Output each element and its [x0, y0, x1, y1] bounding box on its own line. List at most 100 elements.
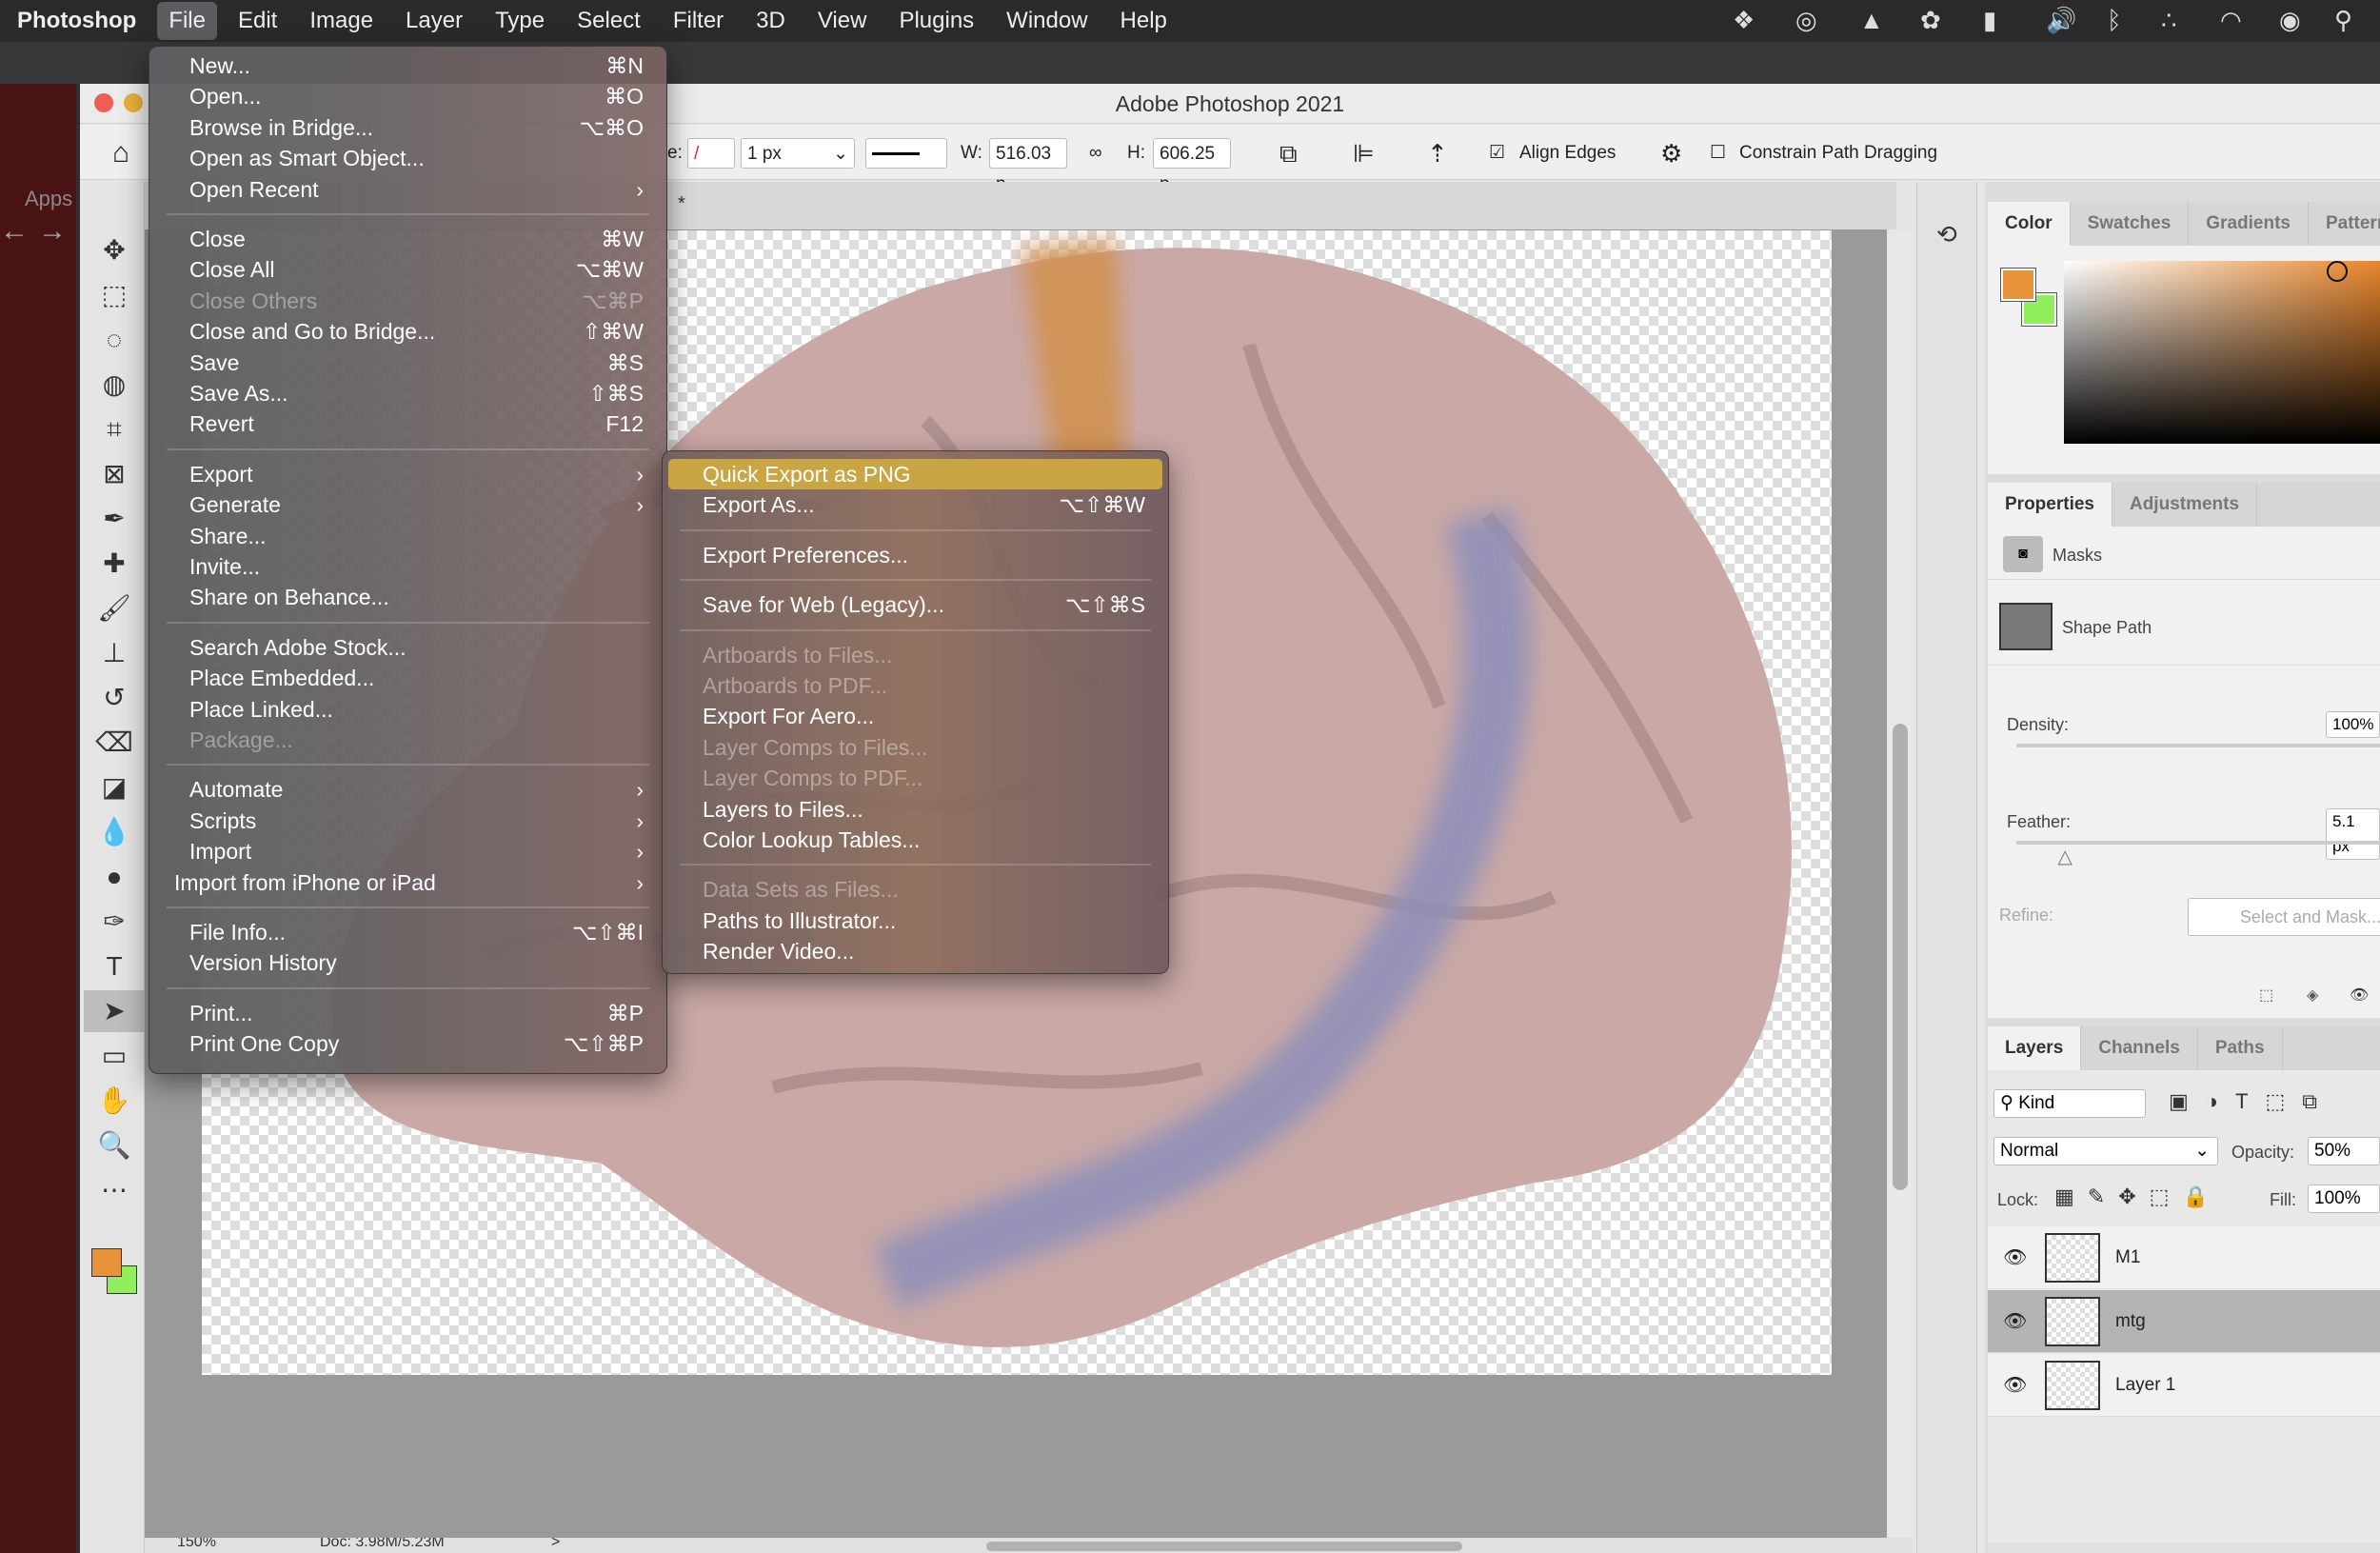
menu-layer[interactable]: Layer	[394, 2, 474, 40]
fill-input[interactable]: 100%	[2308, 1185, 2380, 1213]
feather-slider-thumb[interactable]: △	[2057, 845, 2072, 868]
load-selection-icon[interactable]: ⬚	[2259, 986, 2273, 1005]
layer-name[interactable]: Layer 1	[2115, 1375, 2175, 1396]
close-window-button[interactable]	[94, 93, 113, 112]
color-field[interactable]	[2064, 261, 2380, 444]
feather-input[interactable]: 5.1 px	[2326, 808, 2380, 860]
pen-tool-icon[interactable]: ✑	[84, 901, 145, 943]
marquee-tool-icon[interactable]: ⬚	[84, 274, 145, 316]
menu-item-version-history[interactable]: Version History	[155, 947, 661, 978]
menu-item-invite[interactable]: Invite...	[155, 551, 661, 582]
menu-item-share-on-behance[interactable]: Share on Behance...	[155, 582, 661, 612]
history-icon[interactable]: ⟲	[1936, 220, 1957, 249]
menu-view[interactable]: View	[806, 2, 879, 40]
path-arrangement-icon[interactable]: ⇡	[1427, 138, 1448, 169]
menu-window[interactable]: Window	[995, 2, 1099, 40]
shield-icon[interactable]: ▮	[1983, 6, 1996, 35]
turkey-icon[interactable]: ✿	[1920, 6, 1941, 35]
lasso-tool-icon[interactable]: ◌	[84, 319, 145, 361]
path-operations-icon[interactable]: ⧉	[1279, 138, 1298, 169]
back-arrow-icon[interactable]: ←	[0, 215, 29, 248]
select-and-mask-button[interactable]: Select and Mask...	[2188, 898, 2380, 936]
density-input[interactable]: 100%	[2326, 711, 2380, 738]
menu-item-save[interactable]: Save ⌘S	[155, 348, 661, 378]
menu-item-place-linked[interactable]: Place Linked...	[155, 694, 661, 725]
tab-paths[interactable]: Paths	[2198, 1026, 2283, 1070]
blur-tool-icon[interactable]: 💧	[84, 811, 145, 853]
menu-item-close[interactable]: Close ⌘W	[155, 224, 661, 254]
eye-icon[interactable]: 👁	[2003, 1373, 2027, 1397]
move-tool-icon[interactable]: ✥	[84, 229, 145, 271]
tab-swatches[interactable]: Swatches	[2071, 202, 2190, 246]
menu-item-automate[interactable]: Automate ›	[155, 774, 661, 805]
menu-item-print[interactable]: Print... ⌘P	[155, 998, 661, 1028]
menu-item-open-recent[interactable]: Open Recent ›	[155, 174, 661, 205]
tab-gradients[interactable]: Gradients	[2189, 202, 2309, 246]
feather-slider[interactable]: △	[2016, 841, 2380, 867]
mask-icon[interactable]: ◙	[2003, 536, 2043, 572]
menu-file[interactable]: File	[157, 2, 217, 40]
menu-item-quick-export-as-png[interactable]: Quick Export as PNG	[668, 459, 1162, 489]
menu-item-save-as[interactable]: Save As... ⇧⌘S	[155, 378, 661, 408]
search-icon[interactable]: ⚲	[2334, 6, 2352, 35]
drive-icon[interactable]: ▲	[1859, 6, 1884, 35]
user-icon[interactable]: ◉	[2279, 6, 2301, 35]
dots-icon[interactable]: ∴	[2161, 6, 2177, 35]
wifi-icon[interactable]: ◠	[2220, 6, 2242, 35]
dodge-tool-icon[interactable]: ●	[84, 856, 145, 898]
gradient-tool-icon[interactable]: ◪	[84, 767, 145, 808]
zoom-tool-icon[interactable]: 🔍	[84, 1125, 145, 1166]
menu-item-place-embedded[interactable]: Place Embedded...	[155, 663, 661, 693]
eraser-tool-icon[interactable]: ⌫	[84, 722, 145, 764]
width-input[interactable]: 516.03 p	[989, 138, 1067, 194]
menu-item-print-one-copy[interactable]: Print One Copy ⌥⇧⌘P	[155, 1028, 661, 1059]
path-alignment-icon[interactable]: ⊫	[1353, 138, 1375, 169]
foreground-color-swatch[interactable]	[2000, 268, 2036, 302]
creative-cloud-icon[interactable]: ◎	[1795, 6, 1817, 35]
menu-item-generate[interactable]: Generate ›	[155, 489, 661, 520]
tab-patterns[interactable]: Patterns	[2309, 202, 2380, 246]
brush-tool-icon[interactable]: 🖌	[84, 587, 145, 629]
menu-item-layers-to-files[interactable]: Layers to Files...	[668, 794, 1162, 825]
layer-filter-dropdown[interactable]: ⚲ Kind	[1993, 1089, 2146, 1118]
tab-properties[interactable]: Properties	[1988, 483, 2112, 527]
constrain-path-checkbox[interactable]: ☐	[1710, 138, 1726, 169]
stamp-tool-icon[interactable]: ⊥	[84, 632, 145, 674]
status-menu-arrow[interactable]: >	[551, 1538, 560, 1551]
document-tab[interactable]: *	[678, 193, 685, 215]
menu-item-import[interactable]: Import ›	[155, 836, 661, 866]
menu-3d[interactable]: 3D	[744, 2, 797, 40]
tab-adjustments[interactable]: Adjustments	[2112, 483, 2258, 527]
color-picker-handle[interactable]	[2327, 261, 2348, 282]
apps-label[interactable]: Apps	[25, 187, 72, 211]
menu-type[interactable]: Type	[484, 2, 556, 40]
eye-icon[interactable]: 👁	[2003, 1309, 2027, 1333]
frame-tool-icon[interactable]: ⊠	[84, 453, 145, 495]
menu-plugins[interactable]: Plugins	[887, 2, 985, 40]
menu-edit[interactable]: Edit	[227, 2, 288, 40]
healing-tool-icon[interactable]: ✚	[84, 543, 145, 585]
rectangle-tool-icon[interactable]: ▭	[84, 1035, 145, 1077]
apply-mask-icon[interactable]: ◈	[2307, 986, 2318, 1005]
eye-icon[interactable]: 👁	[2003, 1245, 2027, 1269]
menu-item-close-and-go-to-bridge[interactable]: Close and Go to Bridge... ⇧⌘W	[155, 316, 661, 347]
lock-icons[interactable]: ▦✎✥⬚🔒	[2054, 1185, 2222, 1209]
dropbox-icon[interactable]: ❖	[1733, 6, 1755, 35]
layer-row[interactable]: 👁 Layer 1	[1988, 1354, 2380, 1417]
menu-item-share[interactable]: Share...	[155, 521, 661, 551]
menu-item-save-for-web-legacy[interactable]: Save for Web (Legacy)... ⌥⇧⌘S	[668, 589, 1162, 620]
menu-item-close-all[interactable]: Close All ⌥⌘W	[155, 254, 661, 285]
menu-item-browse-in-bridge[interactable]: Browse in Bridge... ⌥⌘O	[155, 112, 661, 143]
menu-item-file-info[interactable]: File Info... ⌥⇧⌘I	[155, 917, 661, 947]
menu-image[interactable]: Image	[298, 2, 385, 40]
menu-item-render-video[interactable]: Render Video...	[668, 936, 1162, 966]
menu-item-new[interactable]: New... ⌘N	[155, 50, 661, 81]
eye-icon[interactable]: 👁	[2350, 986, 2369, 1005]
density-slider[interactable]	[2016, 744, 2380, 747]
crop-tool-icon[interactable]: ⌗	[84, 408, 145, 450]
menu-item-export[interactable]: Export ›	[155, 459, 661, 489]
menu-item-export-preferences[interactable]: Export Preferences...	[668, 540, 1162, 570]
vertical-scroll-thumb[interactable]	[1893, 724, 1908, 1190]
align-edges-checkbox[interactable]: ☑	[1489, 138, 1505, 169]
eyedropper-tool-icon[interactable]: ✒	[84, 498, 145, 540]
